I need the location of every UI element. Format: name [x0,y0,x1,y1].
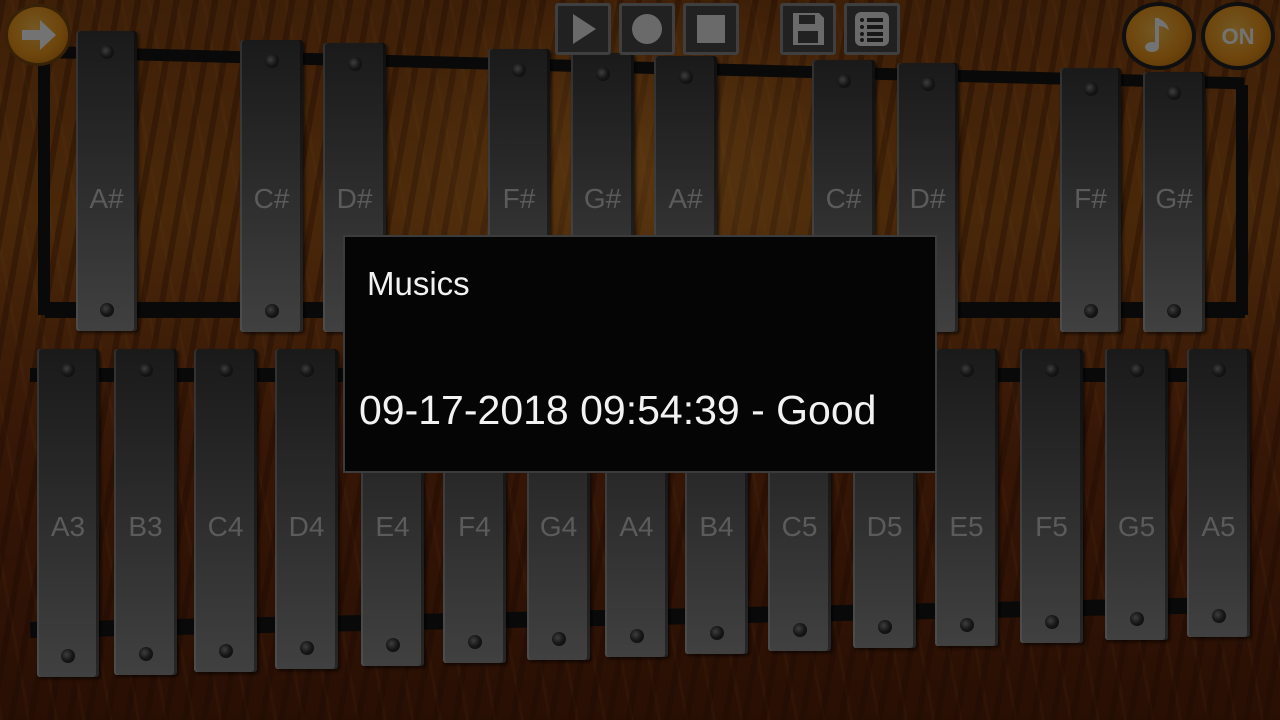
musics-dialog: Musics 09-17-2018 09:54:39 - Good [343,235,937,473]
music-list-item[interactable]: 09-17-2018 09:54:39 - Good [359,387,876,434]
dialog-title: Musics [367,265,470,302]
